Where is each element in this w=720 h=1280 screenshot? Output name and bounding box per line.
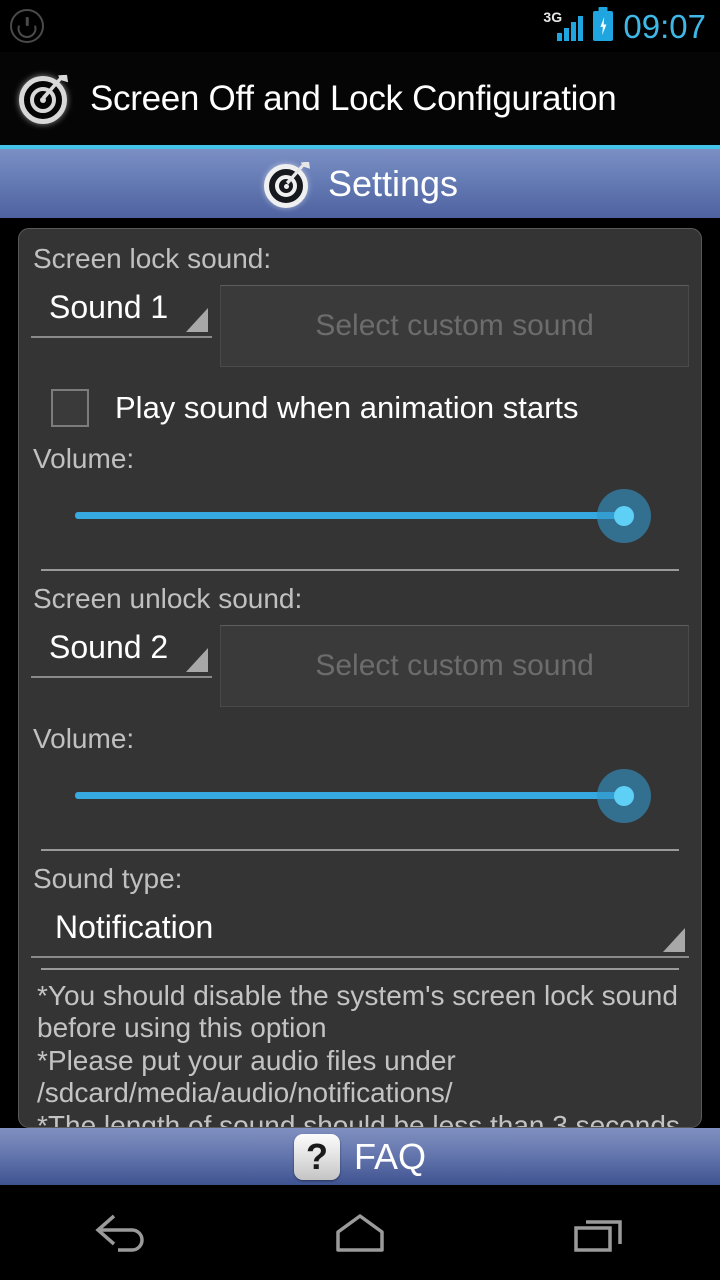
status-bar: 3G 09:07 <box>0 0 720 52</box>
chevron-down-icon <box>186 648 208 672</box>
network-type-label: 3G <box>543 10 562 24</box>
unlock-sound-label: Screen unlock sound: <box>33 583 689 615</box>
unlock-volume-slider[interactable] <box>51 761 669 835</box>
lock-volume-label: Volume: <box>33 443 689 475</box>
unlock-select-custom-sound-button[interactable]: Select custom sound <box>220 625 689 707</box>
lock-sound-spinner[interactable]: Sound 1 <box>31 285 212 338</box>
navigation-bar <box>0 1185 720 1280</box>
divider <box>41 569 679 571</box>
device-screen: 3G 09:07 Screen Off and Lock Configurati… <box>0 0 720 1280</box>
nav-back-button[interactable] <box>0 1185 240 1280</box>
sound-type-spinner-value: Notification <box>55 909 645 946</box>
faq-bar[interactable]: ? FAQ <box>0 1128 720 1185</box>
status-bar-notifications <box>10 9 44 43</box>
unlock-volume-track <box>75 792 629 799</box>
status-bar-system-icons: 3G 09:07 <box>557 10 706 43</box>
battery-charging-icon <box>593 11 613 41</box>
unlock-sound-row: Sound 2 Select custom sound <box>31 625 689 707</box>
nav-recents-button[interactable] <box>480 1185 720 1280</box>
unlock-sound-spinner-value: Sound 2 <box>49 629 168 666</box>
lock-volume-track <box>75 512 629 519</box>
question-mark-icon: ? <box>294 1134 340 1180</box>
note-line-2: *Please put your audio files under /sdca… <box>37 1045 683 1110</box>
chevron-down-icon <box>663 928 685 952</box>
play-sound-on-animation-row[interactable]: Play sound when animation starts <box>51 389 689 427</box>
target-arrow-icon <box>16 70 74 128</box>
lock-sound-spinner-value: Sound 1 <box>49 289 168 326</box>
sound-type-spinner[interactable]: Notification <box>31 905 689 958</box>
play-sound-on-animation-checkbox[interactable] <box>51 389 89 427</box>
play-sound-on-animation-label: Play sound when animation starts <box>115 390 579 426</box>
lock-volume-thumb[interactable] <box>597 489 651 543</box>
divider <box>41 968 679 970</box>
sound-type-row: Notification <box>31 905 689 958</box>
sound-type-label: Sound type: <box>33 863 689 895</box>
lock-sound-label: Screen lock sound: <box>33 243 689 275</box>
faq-label: FAQ <box>354 1136 426 1178</box>
settings-header-title: Settings <box>328 163 458 205</box>
unlock-volume-thumb[interactable] <box>597 769 651 823</box>
lock-select-custom-sound-button[interactable]: Select custom sound <box>220 285 689 367</box>
chevron-down-icon <box>186 308 208 332</box>
lock-volume-slider[interactable] <box>51 481 669 555</box>
page-title: Screen Off and Lock Configuration <box>90 79 616 119</box>
bolt-icon <box>598 17 608 35</box>
power-icon <box>10 9 44 43</box>
note-line-1: *You should disable the system's screen … <box>37 980 683 1045</box>
lock-sound-row: Sound 1 Select custom sound <box>31 285 689 367</box>
note-line-3: *The length of sound should be less than… <box>37 1110 683 1128</box>
unlock-volume-label: Volume: <box>33 723 689 755</box>
divider <box>41 849 679 851</box>
unlock-sound-spinner[interactable]: Sound 2 <box>31 625 212 678</box>
home-icon <box>328 1206 392 1260</box>
target-arrow-icon <box>262 158 314 210</box>
settings-header: Settings <box>0 145 720 218</box>
signal-icon: 3G <box>557 11 583 41</box>
nav-home-button[interactable] <box>240 1185 480 1280</box>
recent-apps-icon <box>568 1206 632 1260</box>
app-title-bar: Screen Off and Lock Configuration <box>0 52 720 145</box>
settings-panel[interactable]: Screen lock sound: Sound 1 Select custom… <box>18 228 702 1128</box>
status-bar-clock: 09:07 <box>623 10 706 43</box>
back-icon <box>88 1206 152 1260</box>
